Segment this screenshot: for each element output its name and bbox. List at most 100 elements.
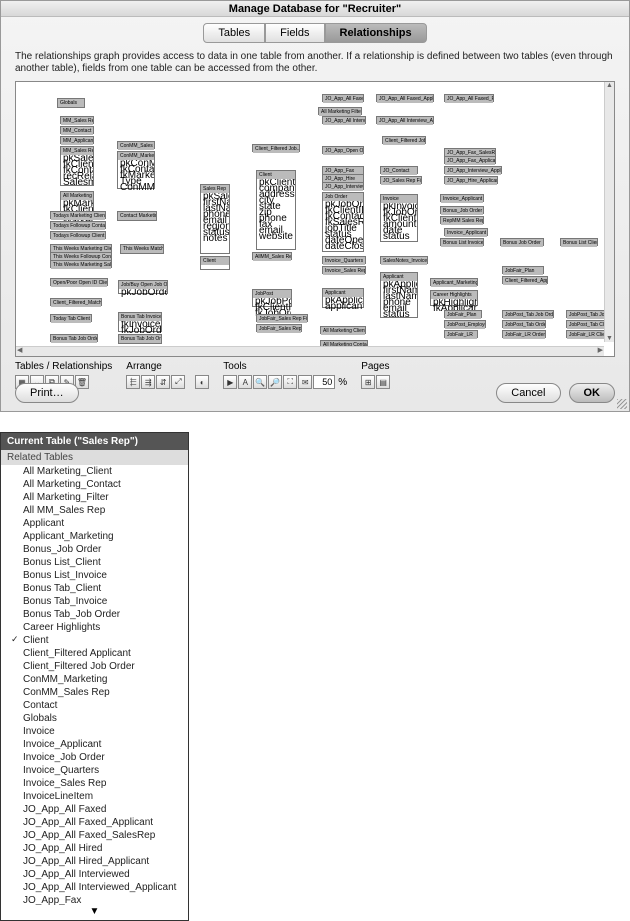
graph-table[interactable]: All Marketing Filter [318, 107, 362, 115]
related-table-item[interactable]: All Marketing_Client [1, 465, 188, 478]
graph-table[interactable]: Contact Marketing [117, 211, 157, 221]
related-table-item[interactable]: JO_App_All Faxed [1, 803, 188, 816]
related-table-item[interactable]: InvoiceLineItem [1, 790, 188, 803]
graph-table[interactable]: Client_Filtered_App [502, 276, 548, 284]
related-table-item[interactable]: Client [1, 634, 188, 647]
related-table-item[interactable]: Applicant_Marketing [1, 530, 188, 543]
print-button[interactable]: Print… [15, 383, 79, 403]
scrollbar-vertical[interactable] [604, 82, 614, 342]
graph-table[interactable]: JO_App_Fax_SalesRep [444, 148, 496, 156]
graph-table[interactable]: AllMM_Sales Rep [252, 252, 292, 260]
related-table-item[interactable]: JO_App_Fax [1, 894, 188, 905]
graph-table[interactable]: JO_App_Open Ord [322, 146, 364, 154]
graph-table[interactable]: JO_App_All Interview_App [376, 116, 434, 124]
related-table-item[interactable]: Career Highlights [1, 621, 188, 634]
graph-table[interactable]: Open/Poor Open ID Client [50, 278, 108, 286]
graph-table[interactable]: Sales ReppkSalesRepID firstName lastName… [200, 184, 230, 254]
graph-table[interactable]: JO_Contact [380, 166, 418, 174]
scrollbar-horizontal[interactable] [16, 346, 604, 356]
graph-table[interactable]: Bonus List Client [560, 238, 598, 246]
graph-canvas[interactable]: Globals MM_Sales Rep MM_Contact MM_Applican… [20, 86, 604, 352]
graph-table[interactable]: JobFair_LR [444, 330, 478, 338]
graph-table[interactable]: JobPost_Employer [444, 320, 486, 328]
related-table-item[interactable]: JO_App_All Hired_Applicant [1, 855, 188, 868]
related-table-item[interactable]: Invoice [1, 725, 188, 738]
related-table-item[interactable]: Client_Filtered Job Order [1, 660, 188, 673]
related-table-item[interactable]: All Marketing_Contact [1, 478, 188, 491]
tab-fields[interactable]: Fields [265, 23, 324, 43]
related-table-item[interactable]: Bonus Tab_Invoice [1, 595, 188, 608]
graph-table[interactable]: This Weeks Marketing Sales [50, 260, 112, 268]
graph-table[interactable]: Globals [57, 98, 85, 108]
graph-table[interactable]: JO_App_Interview_Applicant [444, 166, 502, 174]
graph-table[interactable]: Invoice_Quarters [322, 256, 366, 264]
graph-table[interactable]: Job/Buy Open Job OrderpkJobOrderID [118, 280, 168, 294]
graph-table[interactable]: Client_Filtered_Match [50, 298, 102, 306]
related-table-item[interactable]: All Marketing_Filter [1, 491, 188, 504]
related-table-item[interactable]: Globals [1, 712, 188, 725]
related-table-item[interactable]: Bonus Tab_Job Order [1, 608, 188, 621]
related-table-item[interactable]: Invoice_Quarters [1, 764, 188, 777]
graph-table[interactable]: SalesNotes_Invoice [380, 256, 428, 264]
related-table-item[interactable]: JO_App_All Interviewed_Applicant [1, 881, 188, 894]
ok-button[interactable]: OK [569, 383, 616, 403]
tab-tables[interactable]: Tables [203, 23, 265, 43]
tab-relationships[interactable]: Relationships [325, 23, 427, 43]
related-table-item[interactable]: Contact [1, 699, 188, 712]
cancel-button[interactable]: Cancel [496, 383, 560, 403]
relationships-graph[interactable]: Globals MM_Sales Rep MM_Contact MM_Applican… [15, 81, 615, 357]
related-table-item[interactable]: JO_App_All Faxed_Applicant [1, 816, 188, 829]
graph-table[interactable]: ConMM_MarketingpkConMarketingID fkContac… [117, 151, 155, 189]
graph-table[interactable]: Bonus Tab Job Order [50, 334, 98, 342]
graph-table[interactable]: JO_App_Fax_Applicant [444, 156, 496, 164]
graph-table[interactable]: ApplicantpkApplicantID firstName lastNam… [380, 272, 418, 318]
related-table-item[interactable]: ConMM_Marketing [1, 673, 188, 686]
graph-table[interactable]: Client [200, 256, 230, 270]
more-indicator[interactable]: ▼ [1, 905, 188, 920]
graph-table[interactable]: MM_Sales Rep [60, 116, 94, 124]
graph-table[interactable]: JO_App_Fax [322, 166, 364, 174]
graph-table[interactable]: JO_App_All Faxed [322, 94, 364, 102]
related-table-item[interactable]: Bonus_Job Order [1, 543, 188, 556]
related-table-item[interactable]: Bonus List_Invoice [1, 569, 188, 582]
graph-table[interactable]: This Weeks Marketing Client [50, 244, 112, 252]
related-table-item[interactable]: All MM_Sales Rep [1, 504, 188, 517]
graph-table[interactable]: All Marketing Client [320, 326, 366, 334]
graph-table[interactable]: Applicant_Marketing [430, 278, 478, 286]
graph-table[interactable]: JobPost_Tab Job Order [502, 310, 554, 318]
graph-table[interactable]: JobFair_Sales Rep [256, 324, 302, 332]
graph-table[interactable]: JO_App_All Interv... [322, 116, 366, 124]
graph-table[interactable]: Bonus Job Order [500, 238, 544, 246]
graph-table[interactable]: JobFair_Sales Rep Filter [256, 314, 308, 322]
graph-table[interactable]: Bonus Tab Job Order [118, 334, 162, 344]
graph-table[interactable]: Invoice_Applicant [444, 228, 488, 236]
graph-table[interactable]: ClientpkClientID companyName address cit… [256, 170, 296, 250]
related-table-item[interactable]: JO_App_All Faxed_SalesRep [1, 829, 188, 842]
graph-table[interactable]: Client_Filtered Job... [252, 144, 300, 152]
graph-table[interactable]: Bonus_Job Order [440, 206, 484, 214]
graph-table[interactable]: JO_App_Hire_Applicant [444, 176, 498, 184]
graph-table[interactable]: Today Tab Client [50, 314, 92, 322]
graph-table[interactable]: Invoice_Sales Rep [322, 266, 366, 274]
related-table-item[interactable]: Bonus Tab_Client [1, 582, 188, 595]
related-table-item[interactable]: Invoice_Job Order [1, 751, 188, 764]
graph-table[interactable]: This Weeks Match [120, 244, 164, 254]
graph-table[interactable]: MM_Sales ReppkSalesRepID fkClientID fkCo… [60, 146, 94, 186]
graph-table[interactable]: MM_Applicant [60, 136, 94, 144]
graph-table[interactable]: MM_Contact [60, 126, 94, 134]
graph-table[interactable]: This Weeks Followup Contact [50, 252, 112, 260]
graph-table[interactable]: Job OrderpkJobOrderID fkClientID fkConta… [322, 192, 364, 252]
graph-table[interactable]: Invoice_Applicant [440, 194, 484, 202]
related-table-item[interactable]: JO_App_All Hired [1, 842, 188, 855]
graph-table[interactable]: Todays Followup Contact [50, 221, 106, 229]
graph-table[interactable]: JO_App_Interview [322, 182, 364, 190]
graph-table[interactable]: JO_App_Hire [322, 174, 364, 182]
related-table-item[interactable]: Invoice_Applicant [1, 738, 188, 751]
graph-table[interactable]: JobPost_Tab Order [502, 320, 546, 328]
graph-table[interactable]: Bonus Tab InvoicefkInvoiceID fkJobOrderI… [118, 312, 162, 332]
resize-handle[interactable] [617, 399, 627, 409]
graph-table[interactable]: JO_Sales Rep Filter [380, 176, 422, 184]
graph-table[interactable]: JobPostpkJobPostID fkClientID fkJobOrder… [252, 289, 292, 307]
related-table-item[interactable]: Client_Filtered Applicant [1, 647, 188, 660]
graph-table[interactable]: JobFair_Plan [502, 266, 544, 274]
